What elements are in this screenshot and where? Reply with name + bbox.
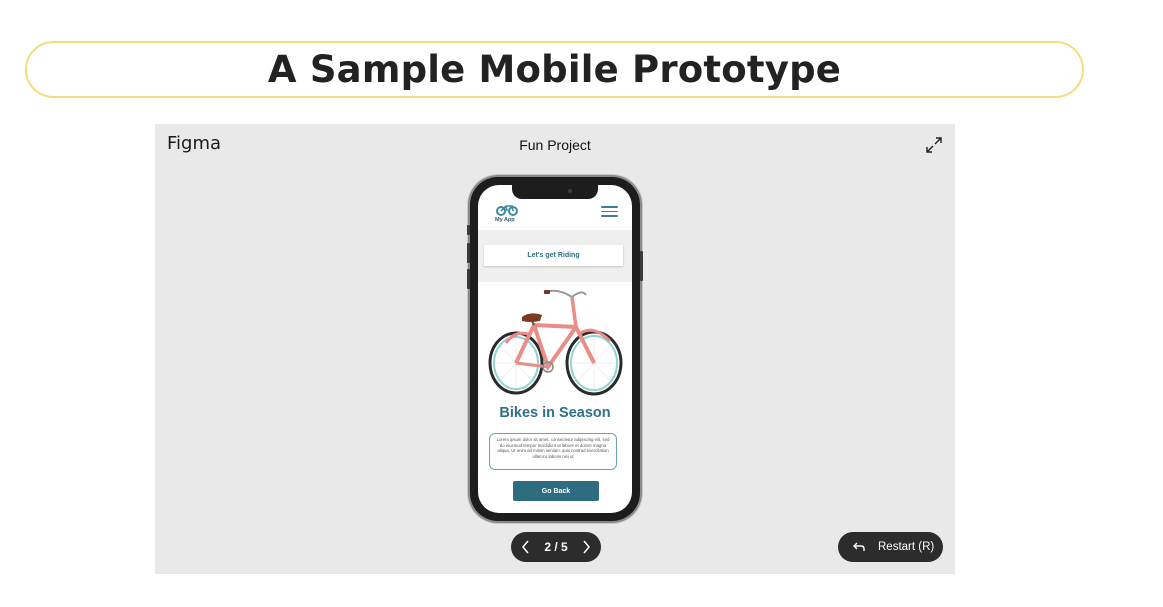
phone-notch bbox=[512, 185, 598, 199]
chevron-right-icon[interactable] bbox=[577, 538, 595, 556]
bicycle-logo-icon bbox=[496, 205, 518, 216]
page-title-banner: A Sample Mobile Prototype bbox=[25, 41, 1084, 98]
hamburger-menu-icon[interactable] bbox=[601, 206, 618, 219]
description-text: Lorem ipsum dolor sit amet, consectetur … bbox=[489, 433, 617, 470]
bicycle-image bbox=[488, 289, 623, 396]
app-name: My App bbox=[495, 217, 515, 223]
phone-screen: My App Let's get Riding Bikes in Season … bbox=[478, 185, 632, 513]
phone-side-button bbox=[467, 225, 470, 235]
chevron-left-icon[interactable] bbox=[517, 538, 535, 556]
expand-icon[interactable] bbox=[925, 136, 943, 154]
restart-label: Restart (R) bbox=[878, 541, 935, 553]
figma-embed: Figma Fun Project My App Let's get Ridin… bbox=[155, 124, 955, 574]
banner-card: Let's get Riding bbox=[484, 245, 623, 266]
undo-arrow-icon bbox=[853, 542, 865, 551]
page-indicator: 2 / 5 bbox=[544, 540, 568, 554]
restart-button[interactable]: Restart (R) bbox=[838, 532, 943, 562]
phone-side-button bbox=[467, 243, 470, 263]
phone-side-button bbox=[467, 269, 470, 289]
page-navigator: 2 / 5 bbox=[511, 532, 601, 562]
section-heading: Bikes in Season bbox=[499, 405, 611, 421]
phone-side-button bbox=[640, 251, 643, 281]
page-title: A Sample Mobile Prototype bbox=[267, 48, 842, 91]
project-title: Fun Project bbox=[519, 137, 591, 153]
go-back-button[interactable]: Go Back bbox=[513, 481, 599, 501]
phone-frame: My App Let's get Riding Bikes in Season … bbox=[467, 177, 643, 521]
